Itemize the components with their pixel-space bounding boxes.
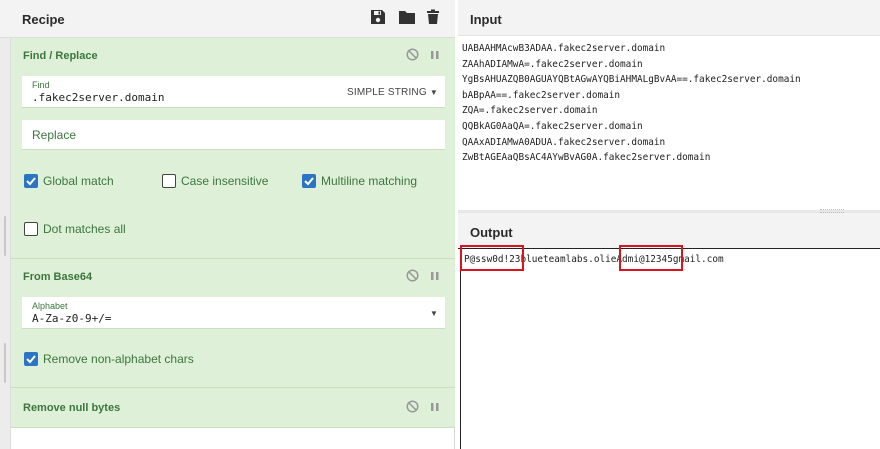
pause-icon[interactable] — [429, 269, 443, 283]
input-header: Input — [458, 0, 880, 36]
highlight-box — [460, 245, 524, 271]
disable-icon[interactable] — [406, 269, 420, 283]
replace-field[interactable]: Replace — [22, 120, 445, 150]
dot-matches-all-checkbox[interactable]: Dot matches all — [24, 222, 126, 236]
find-input[interactable]: .fakec2server.domain — [32, 91, 164, 104]
checkbox-label: Global match — [43, 174, 114, 188]
input-title: Input — [470, 12, 502, 27]
input-textarea[interactable]: UABAAHMAcwB3ADAA.fakec2server.domain ZAA… — [462, 41, 801, 166]
pause-icon[interactable] — [429, 400, 443, 414]
trash-icon[interactable] — [426, 9, 444, 27]
checkbox-unchecked-icon — [24, 222, 38, 236]
checkbox-checked-icon — [302, 174, 316, 188]
strip-handle[interactable] — [4, 216, 6, 256]
input-panel: Input UABAAHMAcwB3ADAA.fakec2server.doma… — [458, 0, 880, 210]
find-mode-label: SIMPLE STRING — [347, 87, 427, 98]
recipe-header: Recipe — [0, 0, 455, 38]
disable-icon[interactable] — [406, 400, 420, 414]
global-match-checkbox[interactable]: Global match — [24, 174, 114, 188]
replace-input[interactable]: Replace — [32, 128, 76, 142]
recipe-panel: Recipe Find / Replace Find .fakec2server… — [0, 0, 455, 449]
checkbox-label: Case insensitive — [181, 174, 269, 188]
output-textarea[interactable]: P@ssw0d!23blueteamlabs.olieAdmi@12345gma… — [460, 249, 880, 449]
operation-title: Remove null bytes — [23, 402, 121, 414]
find-field[interactable]: Find .fakec2server.domain SIMPLE STRING … — [22, 76, 445, 108]
recipe-title: Recipe — [22, 12, 65, 27]
remove-non-alphabet-checkbox[interactable]: Remove non-alphabet chars — [24, 352, 194, 366]
checkbox-checked-icon — [24, 352, 38, 366]
find-label: Find — [32, 80, 50, 90]
alphabet-input[interactable]: A-Za-z0-9+/= — [32, 312, 111, 325]
caret-down-icon: ▼ — [429, 88, 438, 97]
checkbox-unchecked-icon — [162, 174, 176, 188]
output-panel: Output P@ssw0d!23blueteamlabs.olieAdmi@1… — [458, 213, 880, 449]
operation-find-replace[interactable]: Find / Replace Find .fakec2server.domain… — [11, 38, 455, 259]
disable-icon[interactable] — [406, 48, 420, 62]
caret-down-icon[interactable]: ▼ — [430, 308, 438, 319]
alphabet-label: Alphabet — [32, 301, 68, 311]
operation-remove-null-bytes[interactable]: Remove null bytes — [11, 388, 455, 428]
save-icon[interactable] — [370, 9, 388, 27]
folder-icon[interactable] — [398, 9, 416, 27]
alphabet-field[interactable]: Alphabet A-Za-z0-9+/= ▼ — [22, 297, 445, 329]
checkbox-checked-icon — [24, 174, 38, 188]
highlight-box — [619, 245, 683, 271]
multiline-matching-checkbox[interactable]: Multiline matching — [302, 174, 417, 188]
recipe-left-strip — [0, 38, 11, 449]
checkbox-label: Dot matches all — [43, 222, 126, 236]
operation-from-base64[interactable]: From Base64 Alphabet A-Za-z0-9+/= ▼ Remo… — [11, 259, 455, 388]
case-insensitive-checkbox[interactable]: Case insensitive — [162, 174, 268, 188]
operation-title: From Base64 — [23, 271, 93, 283]
output-header: Output — [458, 213, 880, 249]
find-mode-dropdown[interactable]: SIMPLE STRING ▼ — [347, 87, 438, 98]
strip-handle[interactable] — [4, 343, 6, 383]
operation-title: Find / Replace — [23, 50, 98, 62]
pause-icon[interactable] — [429, 48, 443, 62]
checkbox-label: Remove non-alphabet chars — [43, 352, 194, 366]
output-title: Output — [470, 225, 513, 240]
checkbox-label: Multiline matching — [321, 174, 418, 188]
